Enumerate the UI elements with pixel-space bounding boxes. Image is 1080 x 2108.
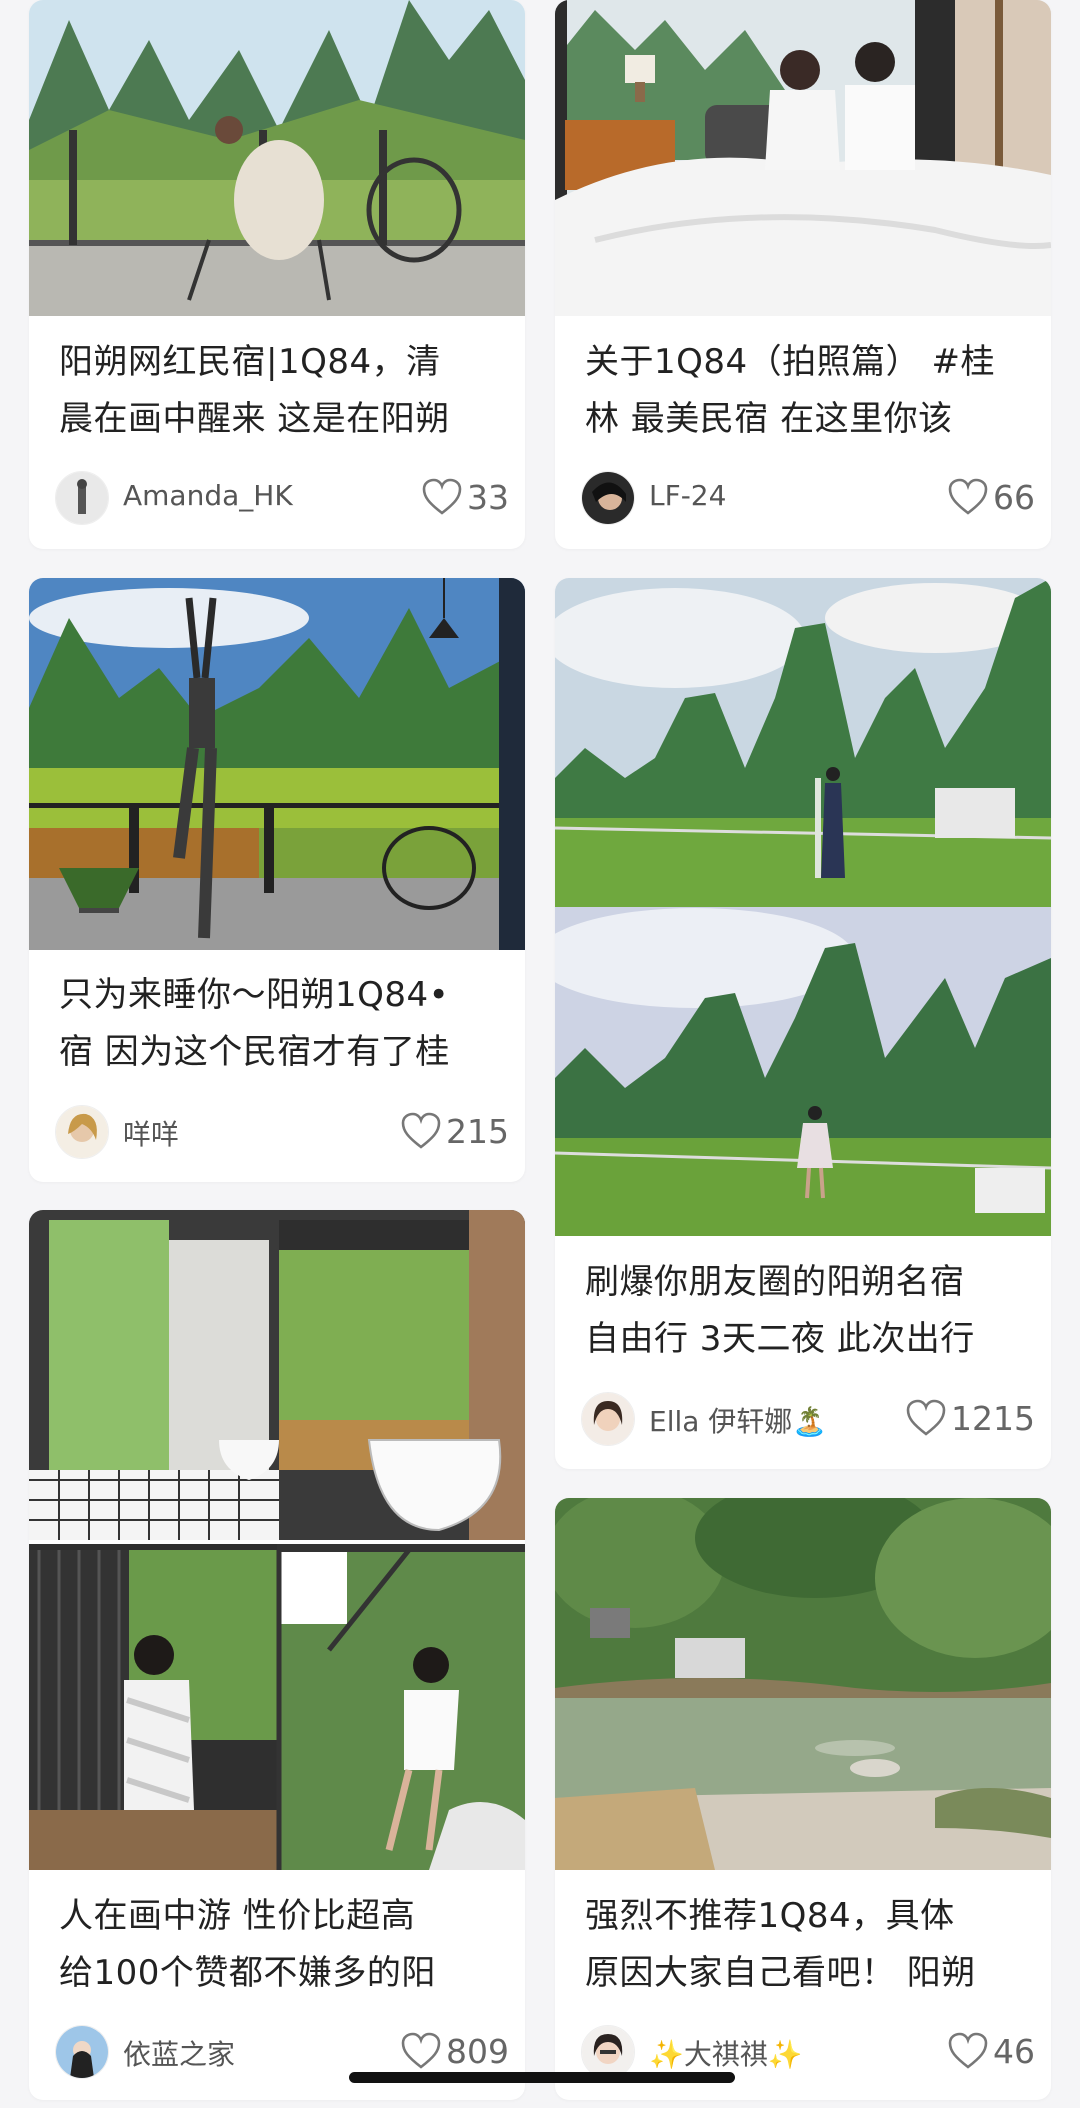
avatar[interactable] [55,471,109,525]
card-title-line: 关于1Q84（拍照篇） #桂 [585,342,995,382]
card-meta: ✨大祺祺✨ 46 [581,2025,1035,2079]
like-button[interactable]: 1215 [905,1394,1035,1442]
card-title[interactable]: 关于1Q84（拍照篇） #桂 林 最美民宿 在这里你该 [585,334,1025,448]
author-name[interactable]: LF-24 [649,479,726,512]
like-button[interactable]: 215 [400,1107,509,1155]
like-button[interactable]: 33 [421,473,509,521]
card-photo[interactable] [555,578,1051,1236]
feed-card[interactable]: 人在画中游 性价比超高 给100个赞都不嫌多的阳 依蓝之家 809 [29,1210,525,2100]
feed-card[interactable]: 只为来睡你～阳朔1Q84• 宿 因为这个民宿才有了桂 咩咩 215 [29,578,525,1182]
card-title-line: 宿 因为这个民宿才有了桂 [59,1032,450,1072]
card-title-line: 原因大家自己看吧！ 阳朔 [585,1953,976,1993]
like-count: 33 [467,477,509,517]
author-name[interactable]: ✨大祺祺✨ [649,2033,803,2073]
card-title-line: 阳朔网红民宿|1Q84，清 [59,342,441,382]
author-name[interactable]: Ella 伊轩娜🏝️ [649,1400,827,1440]
heart-icon [948,478,988,515]
heart-icon [948,2032,988,2069]
card-title-line: 晨在画中醒来 这是在阳朔 [59,399,450,439]
card-title[interactable]: 刷爆你朋友圈的阳朔名宿 自由行 3天二夜 此次出行 [585,1254,1025,1368]
card-title-line: 刷爆你朋友圈的阳朔名宿 [585,1262,965,1302]
card-title-line: 自由行 3天二夜 此次出行 [585,1319,975,1359]
heart-icon [422,478,462,515]
card-photo[interactable] [29,0,525,316]
like-button[interactable]: 66 [947,473,1035,521]
like-count: 1215 [951,1398,1035,1438]
card-photo[interactable] [29,1210,525,1870]
author-name[interactable]: Amanda_HK [123,479,293,512]
heart-icon [401,2032,441,2069]
avatar[interactable] [581,1392,635,1446]
like-button[interactable]: 809 [400,2027,509,2075]
feed-card[interactable]: 强烈不推荐1Q84，具体 原因大家自己看吧！ 阳朔 ✨大祺祺✨ 46 [555,1498,1051,2100]
author-name[interactable]: 依蓝之家 [123,2033,235,2073]
card-title[interactable]: 只为来睡你～阳朔1Q84• 宿 因为这个民宿才有了桂 [59,967,499,1081]
card-title-line: 给100个赞都不嫌多的阳 [59,1953,436,1993]
card-title-line: 强烈不推荐1Q84，具体 [585,1896,955,1936]
author-name[interactable]: 咩咩 [123,1113,179,1153]
feed-card[interactable]: 阳朔网红民宿|1Q84，清 晨在画中醒来 这是在阳朔 Amanda_HK 33 [29,0,525,549]
card-title-line: 人在画中游 性价比超高 [59,1896,416,1936]
card-meta: 依蓝之家 809 [55,2025,509,2079]
avatar[interactable] [55,2025,109,2079]
card-title[interactable]: 强烈不推荐1Q84，具体 原因大家自己看吧！ 阳朔 [585,1888,1025,2002]
like-count: 215 [446,1111,509,1151]
like-count: 46 [993,2031,1035,2071]
card-title-line: 只为来睡你～阳朔1Q84• [59,975,450,1015]
like-button[interactable]: 46 [947,2027,1035,2075]
like-count: 66 [993,477,1035,517]
card-meta: Ella 伊轩娜🏝️ 1215 [581,1392,1035,1446]
home-indicator[interactable] [349,2072,735,2083]
feed-card[interactable]: 刷爆你朋友圈的阳朔名宿 自由行 3天二夜 此次出行 Ella 伊轩娜🏝️ 121… [555,578,1051,1469]
card-title-line: 林 最美民宿 在这里你该 [585,399,953,439]
heart-icon [401,1112,441,1149]
feed-card[interactable]: 关于1Q84（拍照篇） #桂 林 最美民宿 在这里你该 LF-24 66 [555,0,1051,549]
card-photo[interactable] [555,0,1051,316]
card-meta: Amanda_HK 33 [55,471,509,525]
avatar[interactable] [581,471,635,525]
card-photo[interactable] [29,578,525,950]
card-title[interactable]: 人在画中游 性价比超高 给100个赞都不嫌多的阳 [59,1888,499,2002]
card-meta: LF-24 66 [581,471,1035,525]
like-count: 809 [446,2031,509,2071]
avatar[interactable] [581,2025,635,2079]
card-meta: 咩咩 215 [55,1105,509,1159]
avatar[interactable] [55,1105,109,1159]
card-photo[interactable] [555,1498,1051,1870]
heart-icon [906,1399,946,1436]
card-title[interactable]: 阳朔网红民宿|1Q84，清 晨在画中醒来 这是在阳朔 [59,334,499,448]
